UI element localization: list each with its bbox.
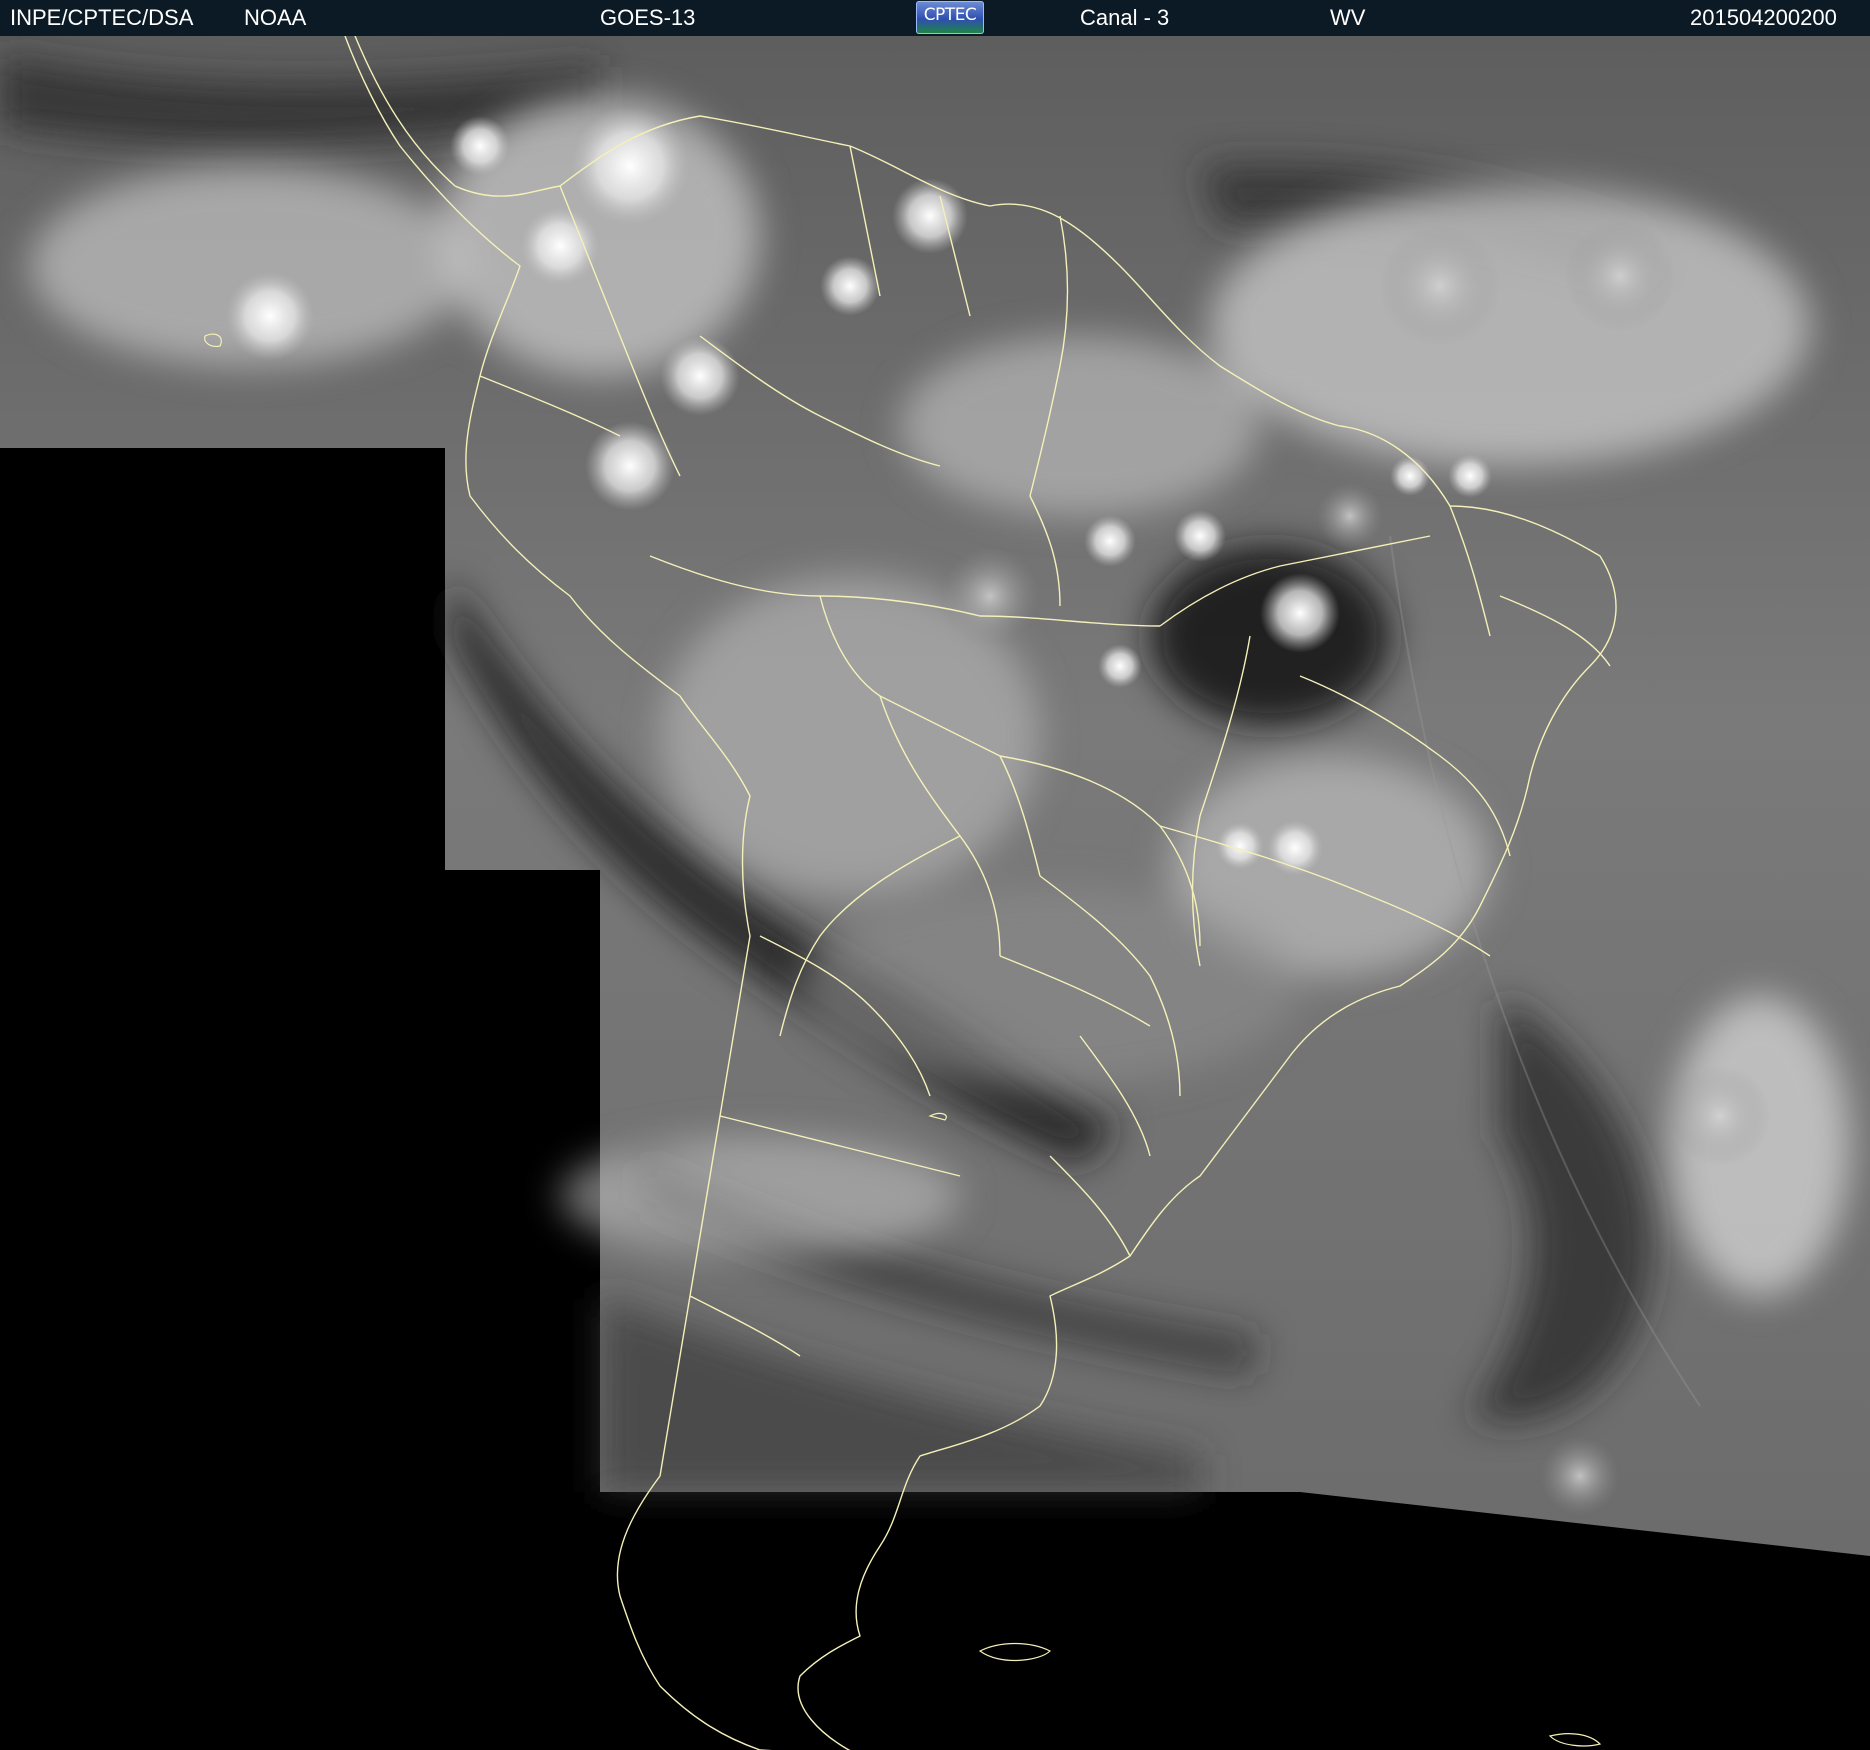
logo-text: CPTEC [923,5,977,25]
channel-label: Canal - 3 [1080,5,1170,30]
cptec-logo: CPTEC [916,1,984,34]
water-vapor-map [0,36,1870,1750]
satellite-label: GOES-13 [600,5,696,30]
source-label: NOAA [244,5,307,30]
timestamp-label: 201504200200 [1690,5,1837,30]
band-label: WV [1330,5,1366,30]
header-bar: INPE/CPTEC/DSA NOAA GOES-13 CPTEC Canal … [0,0,1870,36]
agency-label: INPE/CPTEC/DSA [10,5,194,30]
satellite-image [0,36,1870,1750]
